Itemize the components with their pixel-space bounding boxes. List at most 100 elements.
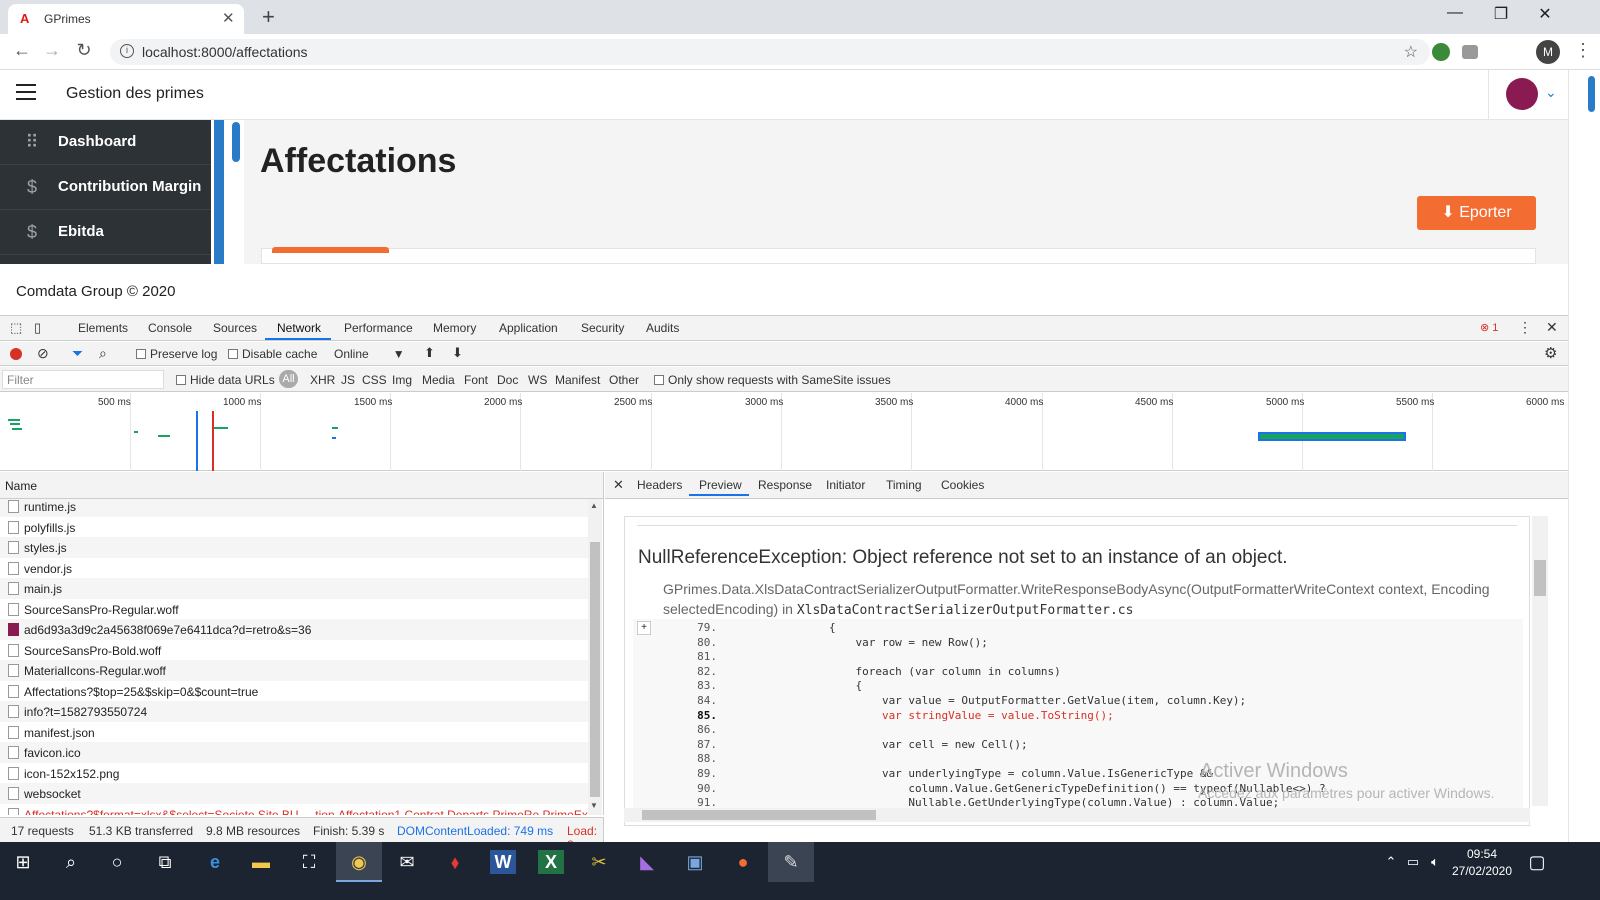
address-bar[interactable]: i localhost:8000/affectations ☆ (110, 39, 1430, 65)
filter-input[interactable]: Filter (2, 370, 164, 389)
filter-media[interactable]: Media (422, 373, 455, 387)
tab-timing[interactable]: Timing (886, 478, 922, 492)
request-name[interactable]: styles.js (24, 541, 67, 555)
tab-sources[interactable]: Sources (213, 321, 257, 335)
scroll-down-icon[interactable]: ▼ (590, 801, 598, 810)
request-name[interactable]: ad6d93a3d9c2a45638f069e7e6411dca?d=retro… (24, 623, 311, 637)
request-name[interactable]: Affectations?$format=xlsx&$select=Societ… (24, 808, 588, 816)
page-scroll-thumb[interactable] (1588, 76, 1595, 112)
request-name[interactable]: main.js (24, 582, 62, 596)
request-row[interactable]: websocket (0, 783, 588, 804)
restore-icon[interactable]: ❐ (1478, 4, 1524, 24)
request-row[interactable]: main.js (0, 578, 588, 599)
samesite-checkbox[interactable]: Only show requests with SameSite issues (654, 373, 891, 387)
git-client-icon[interactable]: ● (730, 850, 756, 874)
paint-icon[interactable]: ✎ (778, 850, 804, 874)
reload-icon[interactable]: ↻ (72, 40, 96, 61)
error-counter[interactable]: ⊗ 1 (1480, 321, 1498, 334)
sidebar-item-ebitda[interactable]: $ Ebitda (0, 210, 211, 255)
sidebar-scrollbar[interactable] (214, 120, 224, 264)
name-column-header[interactable]: Name (5, 479, 37, 493)
import-har-icon[interactable]: ⬆ (424, 345, 435, 361)
request-name[interactable]: runtime.js (24, 500, 76, 514)
export-button[interactable]: ⬇ Eporter (1417, 196, 1536, 230)
tab-close-icon[interactable]: ✕ (222, 9, 235, 27)
request-row[interactable]: styles.js (0, 537, 588, 558)
filter-other[interactable]: Other (609, 373, 639, 387)
filter-xhr[interactable]: XHR (310, 373, 335, 387)
hamburger-menu-icon[interactable] (16, 84, 36, 105)
clear-icon[interactable]: ⊘ (37, 345, 49, 362)
remote-desktop-icon[interactable]: ▣ (682, 850, 708, 874)
request-name[interactable]: Affectations?$top=25&$skip=0&$count=true (24, 685, 258, 699)
chevron-down-icon[interactable]: ⌄ (1545, 84, 1557, 101)
mail-icon[interactable]: ✉ (394, 850, 420, 874)
export-har-icon[interactable]: ⬇ (452, 345, 463, 361)
filter-ws[interactable]: WS (528, 373, 547, 387)
notification-icon[interactable]: ▢ (1524, 850, 1550, 874)
throttle-select[interactable]: Online ▼ (334, 347, 405, 361)
excel-icon[interactable]: X (538, 850, 564, 874)
url-text[interactable]: localhost:8000/affectations (142, 44, 308, 60)
info-icon[interactable]: i (120, 44, 134, 58)
request-row[interactable]: info?t=1582793550724 (0, 701, 588, 722)
sidebar-item-contribution-margin[interactable]: $ Contribution Margin (0, 165, 211, 210)
hide-data-urls-checkbox[interactable]: Hide data URLs (176, 373, 275, 387)
filter-manifest[interactable]: Manifest (555, 373, 600, 387)
store-icon[interactable]: ⛶ (296, 850, 322, 874)
request-name[interactable]: manifest.json (24, 726, 95, 740)
device-toggle-icon[interactable]: ▯ (34, 320, 41, 336)
browser-menu-icon[interactable]: ⋮ (1574, 40, 1592, 61)
tab-initiator[interactable]: Initiator (826, 478, 865, 492)
profile-avatar[interactable]: M (1536, 40, 1560, 64)
sidebar-item-dashboard[interactable]: ⠿ Dashboard (0, 120, 211, 165)
filter-doc[interactable]: Doc (497, 373, 518, 387)
request-row[interactable]: icon-152x152.png (0, 763, 588, 784)
request-name[interactable]: SourceSansPro-Regular.woff (24, 603, 179, 617)
request-row[interactable]: favicon.ico (0, 742, 588, 763)
extension-icon[interactable] (1432, 43, 1450, 61)
devtools-close-icon[interactable]: ✕ (1546, 319, 1558, 336)
windows-start-icon[interactable]: ⊞ (10, 850, 36, 874)
clock-date[interactable]: 27/02/2020 (1444, 864, 1520, 878)
requests-scroll-thumb[interactable] (590, 542, 600, 797)
camera-icon[interactable] (1462, 45, 1478, 59)
tab-audits[interactable]: Audits (646, 321, 679, 335)
page-scrollbar[interactable] (1568, 70, 1600, 842)
tab-headers[interactable]: Headers (637, 478, 682, 492)
request-row[interactable]: MaterialIcons-Regular.woff (0, 660, 588, 681)
tab-security[interactable]: Security (581, 321, 624, 335)
devtools-menu-icon[interactable]: ⋮ (1518, 319, 1532, 336)
inspect-icon[interactable]: ⬚ (10, 320, 22, 336)
preview-vscroll-thumb[interactable] (1534, 560, 1546, 596)
browser-tab[interactable]: A GPrimes ✕ (8, 4, 244, 34)
bookmark-star-icon[interactable]: ☆ (1404, 42, 1418, 62)
preview-hscroll-thumb[interactable] (642, 810, 876, 820)
request-row[interactable]: runtime.js (0, 499, 588, 517)
request-name[interactable]: websocket (24, 787, 81, 801)
tab-network[interactable]: Network (277, 321, 321, 335)
minimize-icon[interactable]: — (1432, 4, 1478, 22)
request-name[interactable]: favicon.ico (24, 746, 81, 760)
request-row[interactable]: SourceSansPro-Bold.woff (0, 640, 588, 661)
tab-console[interactable]: Console (148, 321, 192, 335)
back-icon[interactable]: ← (10, 40, 34, 61)
request-row[interactable]: manifest.json (0, 722, 588, 743)
request-name[interactable]: SourceSansPro-Bold.woff (24, 644, 161, 658)
filter-all[interactable]: All (279, 370, 298, 388)
record-icon[interactable] (10, 348, 22, 360)
detail-close-icon[interactable]: ✕ (613, 477, 624, 493)
edge-icon[interactable]: e (202, 850, 228, 874)
card-action-button[interactable] (272, 247, 389, 253)
request-row[interactable]: Affectations?$format=xlsx&$select=Societ… (0, 804, 588, 816)
tab-cookies[interactable]: Cookies (941, 478, 984, 492)
tab-elements[interactable]: Elements (78, 321, 128, 335)
file-explorer-icon[interactable]: ▬ (248, 850, 274, 874)
preserve-log-checkbox[interactable]: Preserve log (136, 347, 217, 361)
request-row[interactable]: polyfills.js (0, 517, 588, 538)
tab-preview[interactable]: Preview (699, 478, 742, 492)
tab-performance[interactable]: Performance (344, 321, 413, 335)
new-tab-icon[interactable]: + (262, 4, 275, 30)
request-row[interactable]: vendor.js (0, 558, 588, 579)
search-icon[interactable]: ⌕ (99, 345, 107, 362)
